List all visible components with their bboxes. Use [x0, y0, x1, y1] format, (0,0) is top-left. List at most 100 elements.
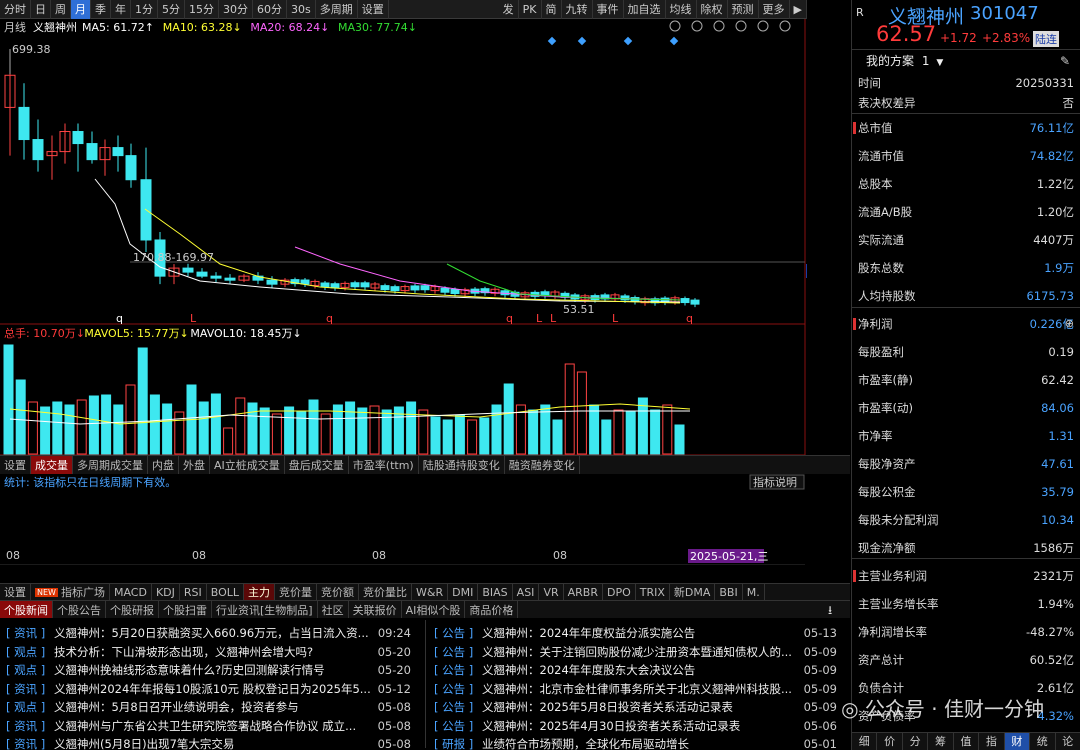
news-item[interactable]: [ 研报 ] 业绩符合市场预期，全球化布局驱动增长 05-01: [434, 735, 837, 750]
news-tab[interactable]: AI相似个股: [402, 601, 466, 618]
sub-indicator-tab[interactable]: MACD: [110, 584, 152, 600]
news-item[interactable]: [ 公告 ] 义翘神州：关于注销回购股份减少注册资本暨通知债权人的... 05-09: [434, 643, 837, 661]
news-item[interactable]: [ 观点 ] 义翘神州挽袖线形态意味着什么?历史回测解读行情号 05-20: [6, 661, 411, 679]
period-tab[interactable]: 15分: [185, 0, 219, 19]
indicator-tab[interactable]: 内盘: [148, 456, 179, 474]
sub-indicator-tab[interactable]: BBI: [715, 584, 743, 600]
period-tab[interactable]: 30分: [219, 0, 253, 19]
sub-indicator-tab[interactable]: RSI: [180, 584, 207, 600]
news-item[interactable]: [ 资讯 ] 义翘神州与广东省公共卫生研究院签署战略合作协议 成立... 05-08: [6, 717, 411, 735]
volume-bar: [137, 347, 148, 455]
news-item[interactable]: [ 资讯 ] 义翘神州(5月8日)出现7笔大宗交易 05-08: [6, 735, 411, 750]
news-item[interactable]: [ 公告 ] 义翘神州：2024年年度权益分派实施公告 05-13: [434, 624, 837, 642]
sub-indicator-tab[interactable]: 竞价额: [317, 584, 360, 600]
toolbar-action[interactable]: 更多: [759, 0, 790, 19]
indicator-tab[interactable]: 融资融券变化: [505, 456, 580, 474]
news-tab[interactable]: 个股新闻: [0, 601, 53, 618]
sub-indicator-tab[interactable]: ASI: [513, 584, 540, 600]
news-tab[interactable]: 个股研报: [106, 601, 159, 618]
sub-indicator-tab[interactable]: TRIX: [636, 584, 670, 600]
news-tab[interactable]: 社区: [318, 601, 349, 618]
quote-tab[interactable]: 指: [979, 733, 1005, 750]
news-item[interactable]: [ 资讯 ] 义翘神州：5月20日获融资买入660.96万元，占当日流入资... 0…: [6, 624, 411, 642]
chart-stock-name: 义翘神州: [33, 20, 77, 34]
news-tab[interactable]: 行业资讯[生物制品]: [212, 601, 318, 618]
sub-indicator-tab[interactable]: DPO: [603, 584, 636, 600]
period-tab[interactable]: 5分: [158, 0, 185, 19]
indicator-tab[interactable]: 成交量: [31, 456, 73, 474]
sub-indicator-tab[interactable]: NEW 指标广场: [31, 584, 110, 600]
indicator-tab[interactable]: 多周期成交量: [73, 456, 148, 474]
sub-indicator-tab[interactable]: W&R: [412, 584, 449, 600]
news-item[interactable]: [ 公告 ] 义翘神州：2025年4月30日投资者关系活动记录表 05-06: [434, 717, 837, 735]
toolbar-action[interactable]: 除权: [697, 0, 728, 19]
edit-icon[interactable]: ✎: [1060, 54, 1070, 68]
quote-tab[interactable]: 统: [1030, 733, 1056, 750]
period-tab[interactable]: 分时: [0, 0, 31, 19]
news-item[interactable]: [ 资讯 ] 义翘神州2024年年报每10股派10元 股权登记日为2025年5..…: [6, 680, 411, 698]
toolbar-action[interactable]: 九转: [562, 0, 593, 19]
quote-tab[interactable]: 筹: [928, 733, 954, 750]
toolbar-action[interactable]: 加自选: [624, 0, 666, 19]
sub-indicator-tab[interactable]: DMI: [448, 584, 479, 600]
sub-indicator-tab[interactable]: 新DMA: [670, 584, 716, 600]
sub-indicator-tab[interactable]: 设置: [0, 584, 31, 600]
news-item[interactable]: [ 观点 ] 技术分析：下山滑坡形态出现，义翘神州会增大吗? 05-20: [6, 643, 411, 661]
quote-tab[interactable]: 价: [877, 733, 903, 750]
indicator-tab[interactable]: 陆股通持股变化: [419, 456, 505, 474]
toolbar-action[interactable]: 发: [499, 0, 519, 19]
news-tab[interactable]: 商品价格: [465, 601, 519, 618]
period-tab[interactable]: 季: [91, 0, 111, 19]
quote-tab[interactable]: 论: [1056, 733, 1080, 750]
volume-bar: [601, 419, 612, 455]
toolbar-action[interactable]: 事件: [593, 0, 624, 19]
caret-down-icon: ▼: [936, 58, 944, 68]
news-date: 09:24: [377, 626, 411, 640]
period-tab[interactable]: 周: [51, 0, 71, 19]
sub-indicator-tab[interactable]: 主力: [244, 584, 276, 600]
price-change-pct: +2.83%: [982, 31, 1031, 45]
menu-icon[interactable]: ▶: [790, 0, 807, 19]
kline-chart[interactable]: 月线 义翘神州 MA5: 61.72↑ MA10: 63.28↓ MA20: 68.24…: [0, 19, 852, 566]
sub-indicator-tab[interactable]: BOLL: [207, 584, 245, 600]
period-tab[interactable]: 1分: [131, 0, 158, 19]
indicator-tab[interactable]: 设置: [0, 456, 31, 474]
news-item[interactable]: [ 公告 ] 义翘神州：2024年年度股东大会决议公告 05-09: [434, 661, 837, 679]
news-item[interactable]: [ 观点 ] 义翘神州：5月8日召开业绩说明会，投资者参与 05-08: [6, 698, 411, 716]
period-tab[interactable]: 月: [71, 0, 91, 19]
indicator-tab[interactable]: 盘后成交量: [285, 456, 349, 474]
news-item[interactable]: [ 公告 ] 义翘神州：北京市金杜律师事务所关于北京义翘神州科技股... 05-09: [434, 680, 837, 698]
news-tab[interactable]: 关联报价: [349, 601, 402, 618]
indicator-tab[interactable]: AI立桩成交量: [210, 456, 285, 474]
period-tab[interactable]: 60分: [253, 0, 287, 19]
sub-indicator-tab[interactable]: KDJ: [152, 584, 180, 600]
toolbar-action[interactable]: PK: [519, 0, 542, 19]
quote-tab[interactable]: 分: [903, 733, 929, 750]
quote-tab[interactable]: 细: [852, 733, 878, 750]
sub-indicator-tab[interactable]: 竞价量: [275, 584, 318, 600]
sub-indicator-tab[interactable]: ARBR: [564, 584, 603, 600]
period-tab[interactable]: 多周期: [316, 0, 358, 19]
toolbar-action[interactable]: 均线: [666, 0, 697, 19]
indicator-tab[interactable]: 市盈率(ttm): [349, 456, 419, 474]
period-tab[interactable]: 30s: [287, 0, 316, 19]
indicator-tab[interactable]: 外盘: [179, 456, 210, 474]
sub-indicator-tab[interactable]: M.: [743, 584, 765, 600]
news-tab[interactable]: 个股扫雷: [159, 601, 212, 618]
quote-tab[interactable]: 值: [954, 733, 980, 750]
toolbar-action[interactable]: 简: [542, 0, 562, 19]
sub-indicator-tab[interactable]: BIAS: [478, 584, 513, 600]
period-tab[interactable]: 年: [111, 0, 131, 19]
sub-indicator-tab[interactable]: VR: [539, 584, 564, 600]
period-tab[interactable]: 日: [31, 0, 51, 19]
news-item[interactable]: [ 公告 ] 义翘神州：2025年5月8日投资者关系活动记录表 05-09: [434, 698, 837, 716]
plan-selector[interactable]: 我的方案 1 ▼: [866, 52, 943, 69]
expand-icon[interactable]: ⊕: [1065, 317, 1074, 330]
x-axis-label: 08: [553, 549, 567, 562]
news-date: 05-13: [803, 626, 837, 640]
period-tab[interactable]: 设置: [358, 0, 389, 19]
sub-indicator-tab[interactable]: 竞价量比: [359, 584, 413, 600]
news-tab[interactable]: 个股公告: [53, 601, 106, 618]
quote-tab[interactable]: 财: [1004, 733, 1031, 750]
toolbar-action[interactable]: 预测: [728, 0, 759, 19]
